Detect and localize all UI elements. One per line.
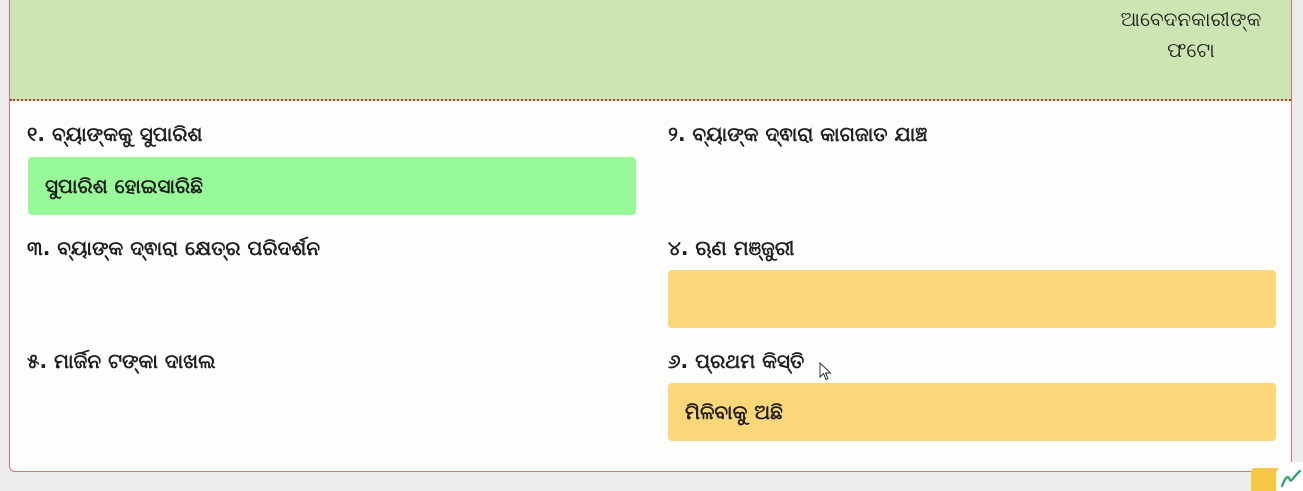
photo-label-line2: ଫଟୋ <box>1167 38 1215 62</box>
photo-label-line1: ଆବେଦନକାରୀଙ୍କ <box>1120 7 1262 31</box>
step-6-status: ମିଳିବାକୁ ଅଛି <box>668 383 1276 441</box>
applicant-photo-label: ଆବେଦନକାରୀଙ୍କ ଫଟୋ <box>1101 4 1281 66</box>
mouse-pointer-icon <box>819 362 832 381</box>
step-1-status: ସୁପାରିଶ ହୋଇସାରିଛି <box>28 157 636 215</box>
application-status-panel: ଆବେଦନକାରୀଙ୍କ ଫଟୋ ୧. ବ୍ୟାଙ୍କକୁ ସୁପାରିଶ ସୁ… <box>9 0 1292 472</box>
step-6-label: ୬. ପ୍ରଥମ କିସ୍ତି <box>668 349 805 373</box>
photo-header: ଆବେଦନକାରୀଙ୍କ ଫଟୋ <box>10 0 1291 101</box>
step-4-label: ୪. ଋଣ ମଞ୍ଜୁରୀ <box>668 236 795 260</box>
step-5-label: ୫. ମାର୍ଜିନ ଟଙ୍କା ଦାଖଲ <box>27 349 216 373</box>
step-3-label: ୩. ବ୍ୟାଙ୍କ ଦ୍ଵାରା କ୍ଷେତ୍ର ପରିଦର୍ଶନ <box>27 236 321 260</box>
checkmark-signature-icon[interactable] <box>1276 462 1303 491</box>
step-2-label: ୨. ବ୍ୟାଙ୍କ ଦ୍ଵାରା କାଗଜାତ ଯାଞ୍ଚ <box>668 122 928 146</box>
step-1-label: ୧. ବ୍ୟାଙ୍କକୁ ସୁପାରିଶ <box>27 122 203 146</box>
step-4-status <box>668 270 1276 328</box>
